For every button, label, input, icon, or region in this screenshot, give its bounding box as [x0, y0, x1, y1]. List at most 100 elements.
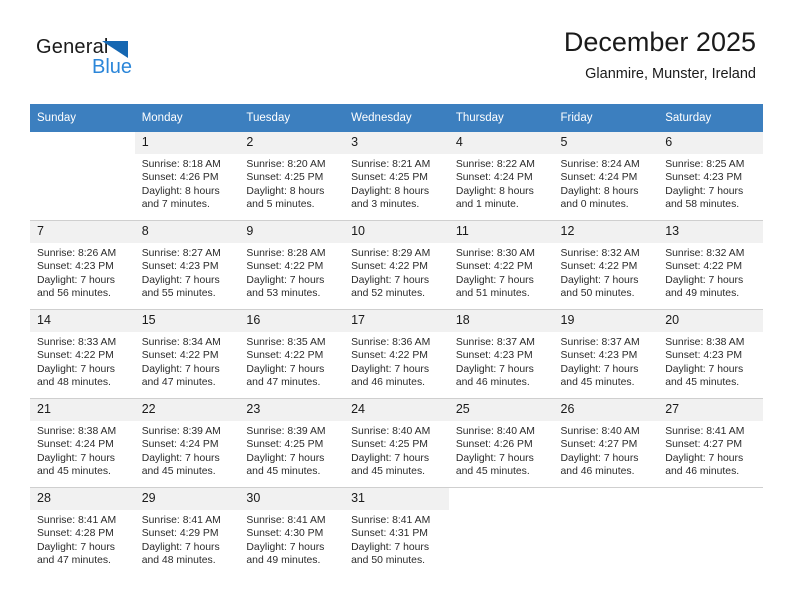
- day-detail-line: Sunset: 4:22 PM: [246, 261, 324, 273]
- day-detail-line: and 46 minutes.: [560, 466, 635, 478]
- calendar-day-cell[interactable]: 14 Sunrise: 8:33 AM Sunset: 4:22 PM Dayligh…: [30, 309, 135, 399]
- day-detail-line: Sunrise: 8:37 AM: [455, 337, 535, 348]
- title-block: December 2025 Glanmire, Munster, Ireland: [564, 26, 756, 84]
- day-detail-line: Sunset: 4:22 PM: [351, 350, 428, 362]
- day-details: Sunrise: 8:32 AM Sunset: 4:22 PM Daylight:…: [554, 243, 659, 301]
- day-details: Sunrise: 8:41 AM Sunset: 4:27 PM Daylight:…: [658, 421, 763, 479]
- day-detail-line: Sunrise: 8:33 AM: [37, 337, 117, 348]
- day-details: Sunrise: 8:38 AM Sunset: 4:23 PM Daylight:…: [658, 332, 763, 390]
- day-detail-line: Sunset: 4:31 PM: [351, 528, 428, 540]
- day-detail-line: and 3 minutes.: [351, 199, 420, 211]
- day-detail-line: Sunset: 4:22 PM: [560, 261, 638, 273]
- day-detail-line: Daylight: 7 hours: [560, 452, 639, 464]
- day-detail-line: Sunrise: 8:37 AM: [560, 337, 640, 348]
- weekday-header-friday: Friday: [553, 104, 659, 132]
- day-detail-line: Daylight: 7 hours: [665, 363, 744, 375]
- calendar-day-cell[interactable]: 23 Sunrise: 8:39 AM Sunset: 4:25 PM Dayligh…: [239, 398, 345, 488]
- calendar-day-cell[interactable]: 16 Sunrise: 8:35 AM Sunset: 4:22 PM Dayligh…: [239, 309, 345, 399]
- day-detail-line: and 45 minutes.: [560, 377, 635, 389]
- calendar-day-cell[interactable]: 4 Sunrise: 8:22 AM Sunset: 4:24 PM Daylight…: [448, 132, 554, 221]
- day-number: 26: [553, 399, 659, 421]
- day-detail-line: Sunrise: 8:38 AM: [37, 426, 117, 437]
- weekday-header-tuesday: Tuesday: [239, 104, 345, 132]
- calendar-day-cell[interactable]: 15 Sunrise: 8:34 AM Sunset: 4:22 PM Dayligh…: [134, 309, 240, 399]
- day-details: Sunrise: 8:40 AM Sunset: 4:27 PM Daylight:…: [554, 421, 659, 479]
- calendar-day-cell[interactable]: 2 Sunrise: 8:20 AM Sunset: 4:25 PM Daylight…: [239, 132, 345, 221]
- day-details: Sunrise: 8:32 AM Sunset: 4:22 PM Daylight:…: [658, 243, 763, 301]
- day-details: Sunrise: 8:18 AM Sunset: 4:26 PM Daylight:…: [135, 154, 240, 212]
- calendar-day-cell[interactable]: 10 Sunrise: 8:29 AM Sunset: 4:22 PM Dayligh…: [344, 220, 449, 310]
- day-detail-line: Sunset: 4:24 PM: [141, 439, 219, 451]
- day-details: Sunrise: 8:35 AM Sunset: 4:22 PM Daylight:…: [239, 332, 344, 390]
- day-detail-line: Sunset: 4:23 PM: [141, 261, 219, 273]
- calendar-week-row: 14 Sunrise: 8:33 AM Sunset: 4:22 PM Dayligh…: [30, 309, 763, 399]
- calendar-day-cell[interactable]: 31 Sunrise: 8:41 AM Sunset: 4:31 PM Dayligh…: [344, 487, 449, 576]
- calendar-day-cell[interactable]: 9 Sunrise: 8:28 AM Sunset: 4:22 PM Daylight…: [239, 220, 345, 310]
- calendar-empty-cell: [658, 487, 763, 576]
- calendar-day-cell[interactable]: 19 Sunrise: 8:37 AM Sunset: 4:23 PM Dayligh…: [553, 309, 659, 399]
- day-detail-line: and 55 minutes.: [141, 288, 216, 300]
- calendar-day-cell[interactable]: 21 Sunrise: 8:38 AM Sunset: 4:24 PM Dayligh…: [30, 398, 135, 488]
- day-detail-line: Daylight: 7 hours: [665, 452, 744, 464]
- calendar-day-cell[interactable]: 1 Sunrise: 8:18 AM Sunset: 4:26 PM Daylight…: [134, 132, 240, 221]
- day-detail-line: Daylight: 7 hours: [37, 452, 115, 464]
- day-detail-line: Sunrise: 8:41 AM: [246, 515, 326, 526]
- day-detail-line: Sunset: 4:26 PM: [455, 439, 533, 451]
- day-details: Sunrise: 8:41 AM Sunset: 4:28 PM Daylight:…: [30, 510, 135, 568]
- day-detail-line: Sunrise: 8:25 AM: [665, 159, 745, 170]
- day-detail-line: and 52 minutes.: [351, 288, 426, 300]
- calendar-day-cell[interactable]: 11 Sunrise: 8:30 AM Sunset: 4:22 PM Dayligh…: [448, 220, 554, 310]
- day-number: 25: [448, 399, 554, 421]
- day-detail-line: Sunrise: 8:41 AM: [351, 515, 431, 526]
- day-detail-line: Sunrise: 8:41 AM: [141, 515, 221, 526]
- brand-logo[interactable]: General Blue: [36, 36, 166, 84]
- day-detail-line: Sunrise: 8:35 AM: [246, 337, 326, 348]
- day-detail-line: Sunset: 4:25 PM: [246, 172, 324, 184]
- calendar-day-cell[interactable]: 22 Sunrise: 8:39 AM Sunset: 4:24 PM Dayligh…: [134, 398, 240, 488]
- day-number: [30, 132, 135, 154]
- day-detail-line: and 46 minutes.: [665, 466, 740, 478]
- calendar-day-cell[interactable]: 24 Sunrise: 8:40 AM Sunset: 4:25 PM Dayligh…: [344, 398, 449, 488]
- calendar-day-cell[interactable]: 29 Sunrise: 8:41 AM Sunset: 4:29 PM Dayligh…: [134, 487, 240, 576]
- calendar-day-cell[interactable]: 25 Sunrise: 8:40 AM Sunset: 4:26 PM Dayligh…: [448, 398, 554, 488]
- calendar-day-cell[interactable]: 20 Sunrise: 8:38 AM Sunset: 4:23 PM Dayligh…: [658, 309, 763, 399]
- day-detail-line: Sunset: 4:23 PM: [665, 172, 743, 184]
- calendar-day-cell[interactable]: 18 Sunrise: 8:37 AM Sunset: 4:23 PM Dayligh…: [448, 309, 554, 399]
- calendar-day-cell[interactable]: 5 Sunrise: 8:24 AM Sunset: 4:24 PM Daylight…: [553, 132, 659, 221]
- calendar-day-cell[interactable]: 28 Sunrise: 8:41 AM Sunset: 4:28 PM Dayligh…: [30, 487, 135, 576]
- day-detail-line: Sunrise: 8:41 AM: [37, 515, 117, 526]
- brand-name-blue: Blue: [92, 56, 133, 78]
- day-details: Sunrise: 8:26 AM Sunset: 4:23 PM Daylight:…: [30, 243, 135, 301]
- day-details: Sunrise: 8:20 AM Sunset: 4:25 PM Daylight:…: [239, 154, 344, 212]
- calendar-day-cell[interactable]: 27 Sunrise: 8:41 AM Sunset: 4:27 PM Dayligh…: [658, 398, 763, 488]
- weekday-header-wednesday: Wednesday: [344, 104, 449, 132]
- day-detail-line: Sunrise: 8:18 AM: [141, 159, 221, 170]
- day-details: Sunrise: 8:40 AM Sunset: 4:25 PM Daylight:…: [344, 421, 449, 479]
- calendar-day-cell[interactable]: 8 Sunrise: 8:27 AM Sunset: 4:23 PM Daylight…: [134, 220, 240, 310]
- day-details: Sunrise: 8:21 AM Sunset: 4:25 PM Daylight:…: [344, 154, 449, 212]
- day-detail-line: and 48 minutes.: [141, 555, 216, 567]
- calendar-day-cell[interactable]: 6 Sunrise: 8:25 AM Sunset: 4:23 PM Daylight…: [658, 132, 763, 221]
- day-detail-line: Sunrise: 8:39 AM: [141, 426, 221, 437]
- calendar-day-cell[interactable]: 3 Sunrise: 8:21 AM Sunset: 4:25 PM Daylight…: [344, 132, 449, 221]
- day-detail-line: and 49 minutes.: [246, 555, 321, 567]
- calendar-day-cell[interactable]: 12 Sunrise: 8:32 AM Sunset: 4:22 PM Dayligh…: [553, 220, 659, 310]
- day-detail-line: Daylight: 7 hours: [141, 452, 220, 464]
- day-number: 31: [344, 488, 449, 510]
- day-details: Sunrise: 8:34 AM Sunset: 4:22 PM Daylight:…: [135, 332, 240, 390]
- day-detail-line: Sunrise: 8:36 AM: [351, 337, 431, 348]
- calendar-day-cell[interactable]: 13 Sunrise: 8:32 AM Sunset: 4:22 PM Dayligh…: [658, 220, 763, 310]
- calendar-day-cell[interactable]: 26 Sunrise: 8:40 AM Sunset: 4:27 PM Dayligh…: [553, 398, 659, 488]
- calendar-day-cell[interactable]: 30 Sunrise: 8:41 AM Sunset: 4:30 PM Dayligh…: [239, 487, 345, 576]
- day-detail-line: and 48 minutes.: [37, 377, 111, 389]
- day-number: 18: [448, 310, 554, 332]
- page-subtitle: Glanmire, Munster, Ireland: [585, 66, 756, 82]
- day-detail-line: Sunrise: 8:32 AM: [560, 248, 640, 259]
- calendar-day-cell[interactable]: 7 Sunrise: 8:26 AM Sunset: 4:23 PM Daylight…: [30, 220, 135, 310]
- day-details: Sunrise: 8:30 AM Sunset: 4:22 PM Daylight:…: [449, 243, 554, 301]
- day-detail-line: Sunrise: 8:20 AM: [246, 159, 326, 170]
- day-number: 5: [553, 132, 659, 154]
- day-number: 3: [344, 132, 449, 154]
- day-detail-line: Sunset: 4:23 PM: [560, 350, 638, 362]
- calendar-day-cell[interactable]: 17 Sunrise: 8:36 AM Sunset: 4:22 PM Dayligh…: [344, 309, 449, 399]
